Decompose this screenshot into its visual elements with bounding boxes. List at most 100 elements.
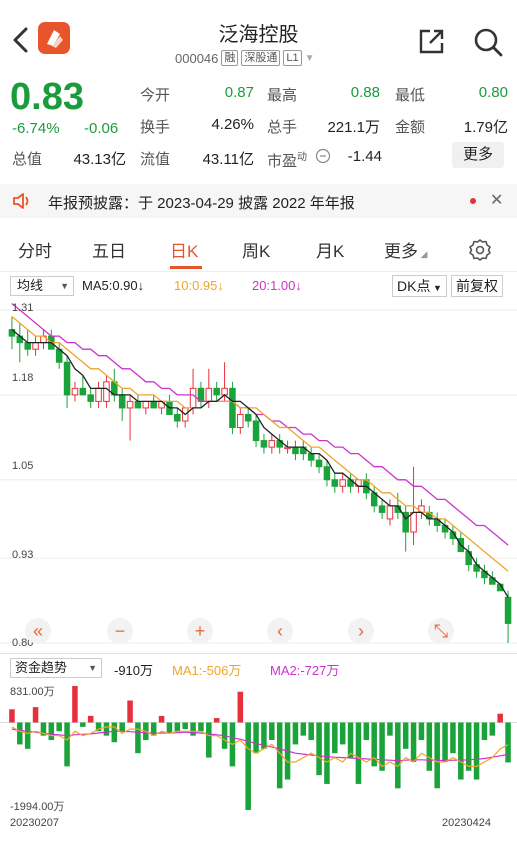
fund-bar [158, 715, 165, 723]
active-tab-indicator [170, 266, 202, 269]
fund-bar [450, 722, 456, 754]
y-tick-label: 1.18 [12, 372, 34, 384]
candle-body [252, 420, 260, 442]
ma10-value: 10:0.95↓ [174, 278, 224, 293]
fund-bar [166, 722, 173, 734]
tab-more-arrow-icon: ◢ [418, 249, 428, 259]
end-date-label: 20230424 [442, 817, 491, 829]
stat-value-open: 0.87 [224, 84, 254, 101]
fund-bar [489, 722, 496, 736]
candle-body [315, 459, 323, 468]
fund-bar [426, 722, 433, 771]
fund-bar [395, 722, 401, 789]
change-amount: -0.06 [84, 120, 119, 137]
fund-bar [135, 722, 141, 754]
tab-daily-k[interactable]: 日K [170, 237, 198, 262]
candle-body [150, 400, 157, 409]
share-icon[interactable] [416, 26, 446, 56]
y-tick-label: 1.31 [12, 302, 34, 314]
fund-bar [64, 722, 70, 767]
y-tick-label: 0.93 [12, 549, 34, 561]
fund-bar [198, 722, 204, 732]
stat-value-turnover: 4.26% [211, 116, 254, 133]
candle-body [118, 394, 126, 409]
close-icon[interactable]: ✕ [490, 190, 503, 210]
fund-bar [32, 707, 39, 723]
fund-ma1-line [11, 726, 509, 768]
dk-point-button[interactable]: DK点 ▼ [392, 275, 447, 297]
dk-arrow-icon: ▼ [430, 283, 442, 293]
stock-code: 000046 [175, 50, 219, 66]
candlestick-chart[interactable] [0, 298, 517, 653]
fund-bar [269, 722, 275, 741]
notice-bar[interactable]: 年报预披露：于 2023-04-29 披露 2022 年年报 ✕ [0, 184, 517, 218]
candle-body [410, 511, 417, 533]
fund-min-label: -1994.00万 [10, 801, 65, 813]
current-price: 0.83 [10, 76, 84, 118]
ma5-line [11, 329, 509, 598]
more-stats-button[interactable]: 更多 [452, 142, 504, 168]
fund-indicator-select[interactable]: 资金趋势 ▼ [10, 658, 102, 678]
stat-label-low: 最低 [395, 87, 426, 104]
fund-flow-chart[interactable] [0, 682, 517, 814]
candle-body [24, 342, 31, 350]
select-arrow-icon: ▼ [60, 281, 69, 291]
adjust-button[interactable]: 前复权 [451, 275, 503, 297]
fund-bar [127, 700, 133, 723]
fund-bar [308, 722, 314, 741]
search-icon[interactable] [472, 26, 504, 58]
fund-bar [418, 722, 425, 741]
candle-body [95, 387, 102, 402]
fund-bar [316, 722, 322, 776]
indicator-select[interactable]: 均线 ▼ [10, 276, 74, 296]
tab-more[interactable]: 更多 ◢ [384, 237, 427, 262]
tab-weekly-k[interactable]: 周K [242, 237, 270, 262]
fund-max-label: 831.00万 [10, 686, 55, 698]
ma10-line [11, 316, 509, 572]
fund-bar [190, 722, 196, 736]
fund-bar [402, 722, 409, 749]
settings-gear-icon[interactable] [468, 238, 492, 262]
stat-label-open: 今开 [140, 87, 171, 104]
zoom-out-button[interactable]: − [107, 618, 133, 644]
zoom-in-button[interactable]: + [187, 618, 213, 644]
candle-body [71, 387, 79, 396]
divider [0, 653, 517, 654]
fund-ma1: MA1:-506万 [172, 663, 242, 678]
tab-intraday[interactable]: 分时 [18, 237, 52, 262]
scroll-left-button[interactable]: ‹ [267, 618, 293, 644]
candle-body [268, 440, 276, 448]
tag-connect: 深股通 [241, 50, 281, 66]
stat-value-pe: -1.44 [347, 148, 382, 165]
scroll-start-button[interactable]: « [25, 618, 51, 644]
candle-body [79, 387, 87, 396]
start-date-label: 20230207 [10, 817, 59, 829]
tab-five-day[interactable]: 五日 [92, 237, 126, 262]
tag-level: L1 [283, 50, 302, 66]
divider [0, 271, 517, 272]
stat-label-float-value: 流值 [140, 151, 171, 168]
tab-monthly-k[interactable]: 月K [316, 237, 344, 262]
stat-label-volume: 总手 [267, 119, 298, 136]
tab-more-label: 更多 [384, 242, 418, 261]
fund-bar [465, 722, 472, 771]
candle-body [386, 505, 394, 520]
stat-value-low: 0.80 [478, 84, 508, 101]
stat-label-amount: 金额 [395, 119, 426, 136]
candle-body [260, 440, 268, 448]
fund-bar [481, 722, 488, 741]
candle-body [331, 479, 339, 487]
fund-bar [213, 718, 220, 723]
select-arrow-icon: ▼ [88, 663, 97, 673]
scroll-right-button[interactable]: › [348, 618, 374, 644]
fullscreen-button[interactable]: ⤡ [428, 618, 454, 644]
fund-bar [347, 722, 354, 758]
notice-text: 年报预披露：于 2023-04-29 披露 2022 年年报 [48, 195, 355, 212]
ma5-value: MA5:0.90↓ [82, 278, 145, 293]
dropdown-icon[interactable]: ▼ [305, 53, 315, 64]
fund-bar [72, 686, 78, 723]
fund-bar [324, 722, 330, 784]
info-icon[interactable] [315, 148, 331, 164]
fund-bar [339, 722, 346, 745]
fund-value: -910万 [114, 663, 154, 678]
